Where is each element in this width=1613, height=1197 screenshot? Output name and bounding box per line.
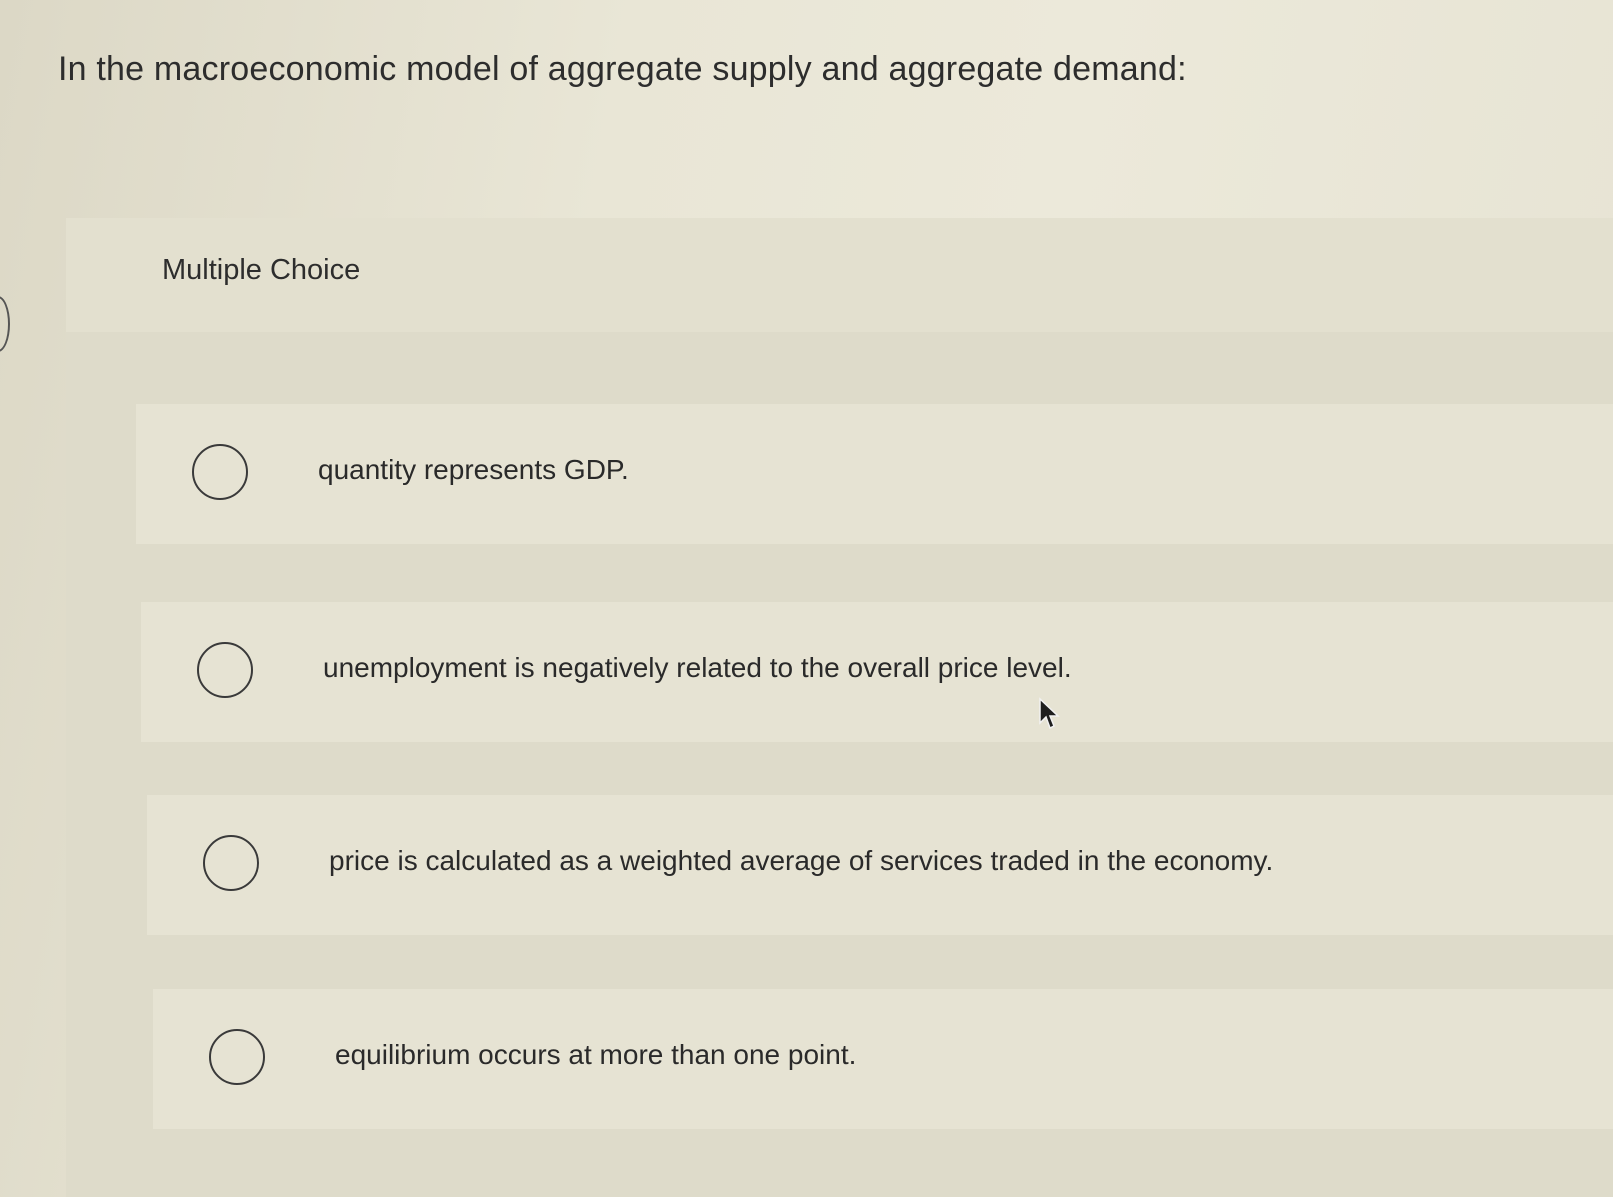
answer-option-label: quantity represents GDP. — [318, 454, 629, 485]
panel-header: Multiple Choice — [66, 218, 1613, 332]
question-type-label: Multiple Choice — [162, 254, 361, 286]
question-prompt: In the macroeconomic model of aggregate … — [58, 50, 1187, 88]
answer-option-label: equilibrium occurs at more than one poin… — [335, 1039, 857, 1070]
answer-option-1[interactable]: quantity represents GDP. — [136, 404, 1613, 544]
answer-option-3[interactable]: price is calculated as a weighted averag… — [147, 795, 1613, 935]
radio-button[interactable] — [209, 1029, 265, 1085]
radio-button[interactable] — [197, 642, 253, 698]
partial-window-edge — [0, 296, 10, 352]
radio-button[interactable] — [203, 835, 259, 891]
answer-option-4[interactable]: equilibrium occurs at more than one poin… — [153, 989, 1613, 1129]
radio-button[interactable] — [192, 444, 248, 500]
answer-option-label: unemployment is negatively related to th… — [323, 652, 1072, 683]
answer-option-2[interactable]: unemployment is negatively related to th… — [141, 602, 1613, 742]
answer-option-label: price is calculated as a weighted averag… — [329, 845, 1274, 876]
mouse-pointer-icon — [1039, 697, 1060, 730]
